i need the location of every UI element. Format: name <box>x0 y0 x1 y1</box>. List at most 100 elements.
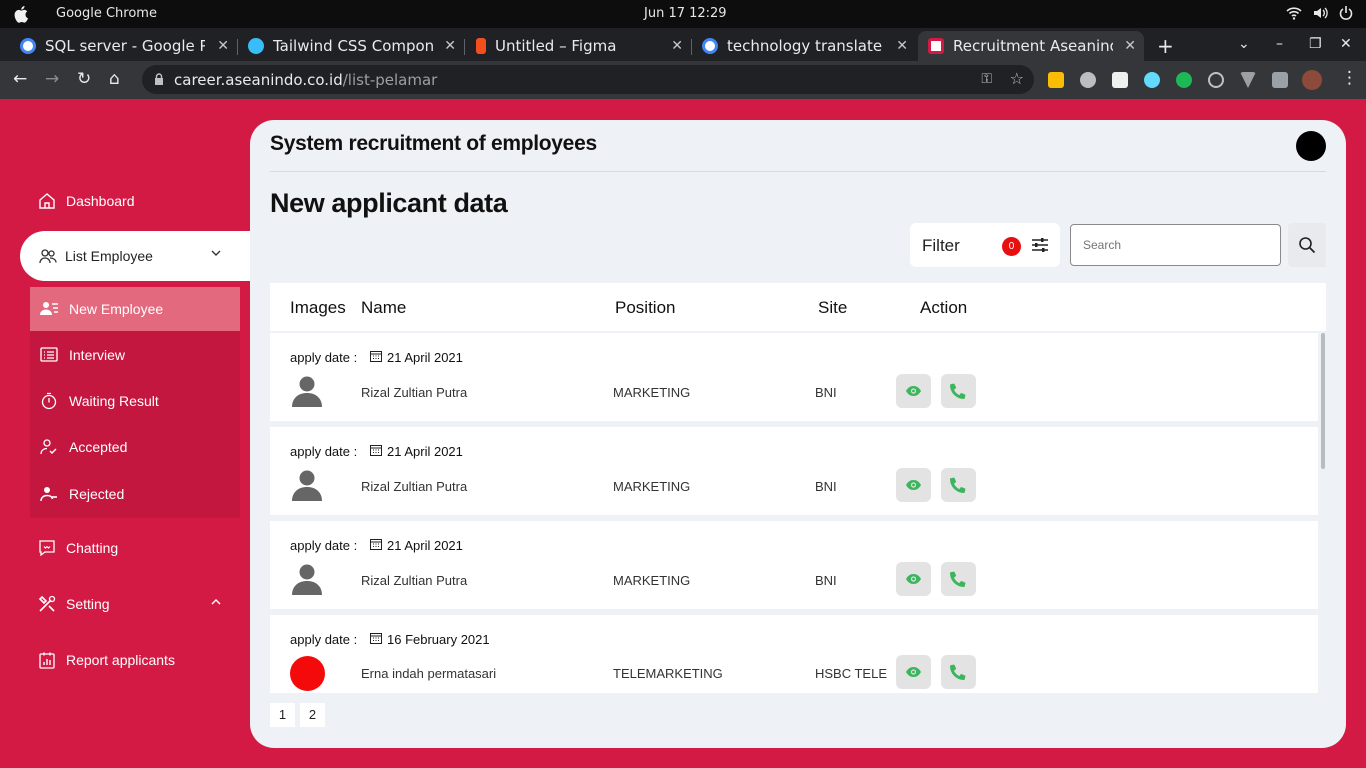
apple-icon[interactable] <box>14 5 30 23</box>
puzzle-icon[interactable] <box>1272 72 1288 88</box>
submenu-item-rejected[interactable]: Rejected <box>40 472 240 516</box>
profile-avatar[interactable] <box>1302 70 1322 90</box>
lock-icon[interactable] <box>154 73 164 85</box>
page-title: New applicant data <box>270 188 508 218</box>
close-tab-icon[interactable]: ✕ <box>217 38 229 54</box>
sidebar-item-list-employee[interactable]: List Employee <box>20 231 255 281</box>
system-tray <box>1286 5 1354 21</box>
filter-button[interactable]: Filter 0 <box>910 223 1060 267</box>
search-input[interactable] <box>1070 224 1281 266</box>
tab-recruitment[interactable]: Recruitment Aseanindo ✕ <box>918 31 1144 61</box>
apply-date-label: apply date : <box>290 632 358 647</box>
tab-sql-server[interactable]: SQL server - Google Pe ✕ <box>10 31 238 61</box>
url-text[interactable]: career.aseanindo.co.id/list-pelamar <box>174 71 437 89</box>
react-devtools-icon[interactable] <box>1144 72 1160 88</box>
tab-tailwind[interactable]: Tailwind CSS Compone ✕ <box>238 31 465 61</box>
power-icon[interactable] <box>1338 5 1354 21</box>
key-icon[interactable]: ⚿ <box>981 71 992 87</box>
apply-date-label: apply date : <box>290 444 358 459</box>
applicant-position: TELEMARKETING <box>613 666 723 681</box>
target-extension-icon[interactable] <box>1208 72 1224 88</box>
user-list-icon <box>40 302 58 315</box>
maximize-button[interactable]: ❐ <box>1309 36 1322 52</box>
close-tab-icon[interactable]: ✕ <box>896 38 908 54</box>
report-icon <box>39 652 55 669</box>
tailwind-icon <box>248 38 264 54</box>
submenu-item-waiting-result[interactable]: Waiting Result <box>40 379 240 423</box>
submenu-item-accepted[interactable]: Accepted <box>40 425 240 469</box>
page-button-1[interactable]: 1 <box>270 703 295 727</box>
page-button-2[interactable]: 2 <box>300 703 325 727</box>
view-button[interactable] <box>896 562 931 596</box>
sidebar-item-dashboard[interactable]: Dashboard <box>38 192 135 210</box>
tab-technology-translate[interactable]: technology translate - ✕ <box>692 31 916 61</box>
column-site: Site <box>818 298 848 317</box>
gear-extension-icon[interactable] <box>1080 72 1096 88</box>
apply-date: 16 February 2021 <box>387 632 490 647</box>
figma-icon <box>476 38 486 54</box>
calendar-icon <box>370 539 382 550</box>
home-button[interactable]: ⌂ <box>109 69 120 89</box>
table-row: apply date : 21 April 2021 Rizal Zultian… <box>270 427 1318 515</box>
bookmark-star-icon[interactable]: ☆ <box>1010 69 1024 88</box>
search-button[interactable] <box>1288 223 1326 267</box>
back-button[interactable]: ← <box>13 69 27 89</box>
view-button[interactable] <box>896 468 931 502</box>
sidebar-item-setting[interactable]: Setting <box>38 595 110 613</box>
minimize-button[interactable]: – <box>1276 36 1283 52</box>
address-bar[interactable]: career.aseanindo.co.id/list-pelamar ⚿ ☆ <box>142 65 1034 94</box>
phone-icon <box>950 664 966 680</box>
applicant-photo <box>290 656 325 691</box>
close-tab-icon[interactable]: ✕ <box>671 38 683 54</box>
apply-date: 21 April 2021 <box>387 538 463 553</box>
call-button[interactable] <box>941 655 976 689</box>
sidebar-item-report[interactable]: Report applicants <box>38 651 175 669</box>
applicant-site: HSBC TELE <box>815 666 888 681</box>
applicant-name: Rizal Zultian Putra <box>361 385 468 400</box>
vue-devtools-icon[interactable] <box>1240 72 1256 88</box>
calendar-extension-icon[interactable] <box>1112 72 1128 88</box>
call-button[interactable] <box>941 562 976 596</box>
volume-icon[interactable] <box>1312 5 1328 21</box>
url-path: /list-pelamar <box>342 71 438 89</box>
sidebar-item-chatting[interactable]: Chatting <box>38 539 118 557</box>
apply-date-label: apply date : <box>290 538 358 553</box>
close-window-button[interactable]: ✕ <box>1340 36 1352 52</box>
chevron-down-icon <box>211 250 221 256</box>
new-tab-button[interactable]: + <box>1157 34 1174 58</box>
filter-count-badge: 0 <box>1002 237 1021 256</box>
call-button[interactable] <box>941 468 976 502</box>
google-icon <box>20 38 36 54</box>
close-tab-icon[interactable]: ✕ <box>1124 38 1136 54</box>
call-button[interactable] <box>941 374 976 408</box>
chevron-up-icon[interactable] <box>210 597 222 607</box>
stopwatch-icon <box>41 392 57 410</box>
forward-button[interactable]: → <box>45 69 59 89</box>
table-row: apply date : 16 February 2021 Erna indah… <box>270 615 1318 693</box>
submenu-item-interview[interactable]: Interview <box>40 333 240 377</box>
active-app-name[interactable]: Google Chrome <box>56 6 157 21</box>
reload-button[interactable]: ↻ <box>77 69 91 89</box>
phone-icon <box>950 477 966 493</box>
aseanindo-icon <box>928 38 944 54</box>
view-button[interactable] <box>896 655 931 689</box>
extension-icon[interactable] <box>1176 72 1192 88</box>
view-button[interactable] <box>896 374 931 408</box>
tab-figma[interactable]: Untitled – Figma ✕ <box>466 31 692 61</box>
list-scrollbar[interactable] <box>1321 333 1325 469</box>
submenu-item-new-employee[interactable]: New Employee <box>30 287 240 331</box>
tab-search-icon[interactable]: ⌄ <box>1238 36 1250 52</box>
user-minus-icon <box>40 487 57 502</box>
user-avatar[interactable] <box>1296 131 1326 161</box>
menu-kebab-icon[interactable]: ⋮ <box>1341 68 1358 88</box>
eye-icon <box>906 667 921 677</box>
close-tab-icon[interactable]: ✕ <box>444 38 456 54</box>
chat-icon <box>39 540 55 557</box>
table-row: apply date : 21 April 2021 Rizal Zultian… <box>270 333 1318 421</box>
clock[interactable]: Jun 17 12:29 <box>644 6 727 21</box>
calendar-icon <box>370 633 382 644</box>
column-images: Images <box>290 298 346 317</box>
table-row: apply date : 21 April 2021 Rizal Zultian… <box>270 521 1318 609</box>
wifi-icon[interactable] <box>1286 5 1302 21</box>
google-drive-icon[interactable] <box>1048 72 1064 88</box>
